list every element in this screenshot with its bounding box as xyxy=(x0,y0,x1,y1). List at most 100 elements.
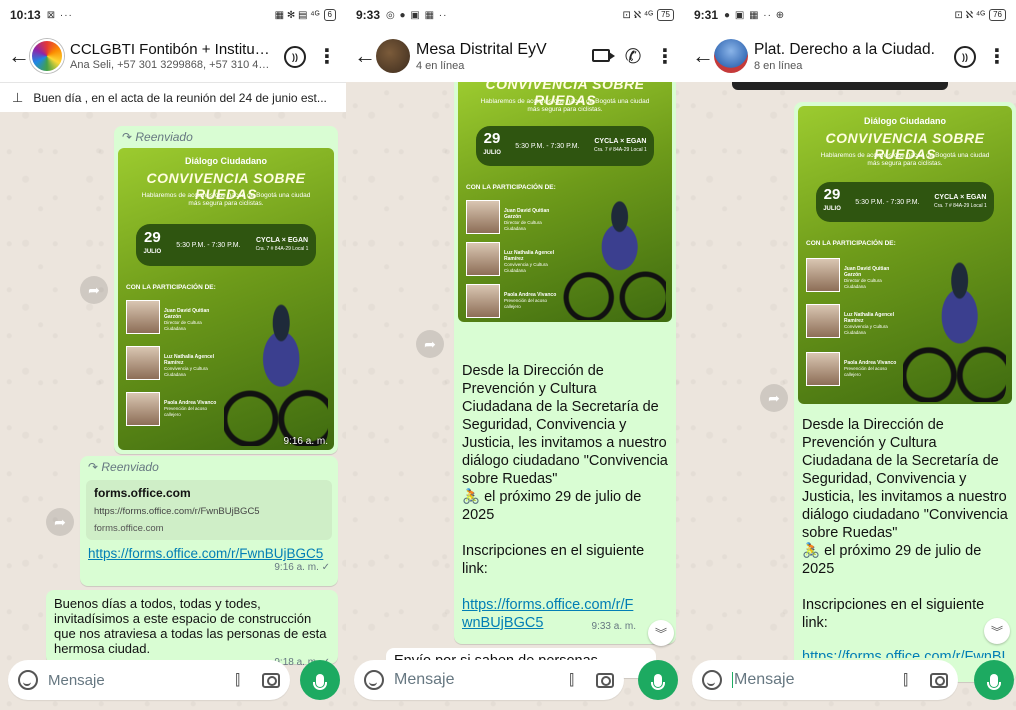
cyclist-illustration xyxy=(224,296,328,446)
call-icon[interactable]: )) xyxy=(954,44,976,68)
participant-info: Juan David Quitian Garzón Director de Cul… xyxy=(164,308,210,331)
participant-info: Luz Nathalia Agencel Ramírez Convivencia … xyxy=(504,250,555,273)
message-date-text: el próximo 29 de julio de 2025 xyxy=(462,489,642,523)
more-menu-icon[interactable]: ⋮ xyxy=(654,44,676,69)
text-cursor xyxy=(732,671,733,688)
participant-info: Juan David Quitian Garzón Director de Cul… xyxy=(844,266,890,289)
chat-screen-mesa-distrital: 9:33 ◎ ● ▣ ▦ ·· ⊡ ℵ ⁴ᴳ 75 ← Mesa Distrit… xyxy=(346,0,684,710)
message-text: Buenos días a todos, todas y todes, invi… xyxy=(54,596,327,656)
participant-photo xyxy=(806,304,840,338)
image-caption-message[interactable]: Diálogo Ciudadano CONVIVENCIA SOBRE RUED… xyxy=(794,102,1016,682)
event-poster-image[interactable]: Diálogo Ciudadano CONVIVENCIA SOBRE RUED… xyxy=(118,148,334,450)
forwarded-image-message[interactable]: ↷ Reenviado Diálogo Ciudadano CONVIVENCI… xyxy=(114,126,338,454)
previous-message-edge xyxy=(732,82,948,90)
status-time: 9:31 xyxy=(694,8,719,22)
poster-address: Cra. 7 # 84A-29 Local 1 xyxy=(593,147,647,153)
message-input[interactable]: Mensaje xyxy=(732,671,903,689)
forward-icon[interactable]: ➦ xyxy=(46,508,74,536)
forwarded-link-message[interactable]: ↷ Reenviado forms.office.com https://for… xyxy=(80,456,338,586)
chat-title-area[interactable]: Mesa Distrital EyV 4 en línea xyxy=(416,41,580,72)
signal-icons: ⊡ ℵ ⁴ᴳ xyxy=(622,9,654,21)
participant-info: Luz Nathalia Agencel Ramírez Convivencia … xyxy=(164,354,215,377)
link-preview-url: https://forms.office.com/r/FwnBUjBGC5 xyxy=(94,506,260,517)
message-link[interactable]: https://forms.office.com/r/FwnBUjBGC5 xyxy=(88,546,323,561)
poster-day: 29 xyxy=(144,229,161,246)
poster-heading: Diálogo Ciudadano xyxy=(864,116,946,126)
event-poster-image[interactable]: Diálogo Ciudadano CONVIVENCIA SOBRE RUED… xyxy=(798,106,1012,404)
poster-day: 29 xyxy=(823,186,841,203)
poster-participation: CON LA PARTICIPACIÓN DE: xyxy=(126,284,216,291)
phone-call-icon[interactable]: ✆ xyxy=(622,44,644,69)
emoji-icon[interactable] xyxy=(364,670,384,690)
chat-title-area[interactable]: Plat. Derecho a la Ciudad. 8 en línea xyxy=(754,41,944,72)
participant-photo xyxy=(126,346,160,380)
more-menu-icon[interactable]: ⋮ xyxy=(986,44,1008,69)
poster-date-bar: 29 JULIO 5:30 P.M. - 7:30 P.M. CYCLA × EG… xyxy=(136,224,316,266)
poster-description: Hablaremos de acciones que hacen de Bogo… xyxy=(480,98,650,113)
message-link[interactable]: https://forms.office.com/r/FwnBUjBGC5 xyxy=(802,649,1008,658)
poster-date-bar: 29 JULIO 5:30 P.M. - 7:30 P.M. CYCLA × EG… xyxy=(476,126,654,166)
scroll-down-button[interactable]: ︾ xyxy=(648,620,674,646)
poster-heading: Diálogo Ciudadano xyxy=(185,156,267,166)
poster-month: JULIO xyxy=(143,249,162,255)
message-date-text: el próximo 29 de julio de 2025 xyxy=(802,543,982,577)
pinned-message-bar[interactable]: ⊥ Buen día , en el acta de la reunión de… xyxy=(0,82,346,112)
emoji-icon[interactable] xyxy=(18,670,38,690)
participant-photo xyxy=(466,200,500,234)
attach-icon[interactable]: ⫿ xyxy=(235,672,240,689)
message-composer[interactable]: Mensaje ⫿ xyxy=(8,660,290,700)
message-input[interactable]: Mensaje xyxy=(394,671,569,689)
chat-screen-derecho-ciudad: 9:31 ● ▣ ▦ ·· ⊕ ⊡ ℵ ⁴ᴳ 76 ← Plat. Derech… xyxy=(684,0,1016,710)
voice-record-button[interactable] xyxy=(638,660,678,700)
message-input[interactable]: Mensaje xyxy=(48,672,235,689)
group-avatar[interactable] xyxy=(376,39,410,73)
back-arrow-icon[interactable]: ← xyxy=(692,43,714,69)
message-text: Desde la Dirección de Prevención y Cultu… xyxy=(794,412,1016,658)
poster-month: JULIO xyxy=(483,150,501,156)
event-poster-image[interactable]: CONVIVENCIA SOBRE RUEDAS Hablaremos de a… xyxy=(458,82,672,322)
forward-icon[interactable]: ➦ xyxy=(416,330,444,358)
attach-icon[interactable]: ⫿ xyxy=(903,672,908,689)
message-paragraph: Inscripciones en el siguiente link: xyxy=(462,543,645,577)
back-arrow-icon[interactable]: ← xyxy=(354,43,376,69)
message-composer[interactable]: Mensaje ⫿ xyxy=(354,660,624,700)
scroll-down-button[interactable]: ︾ xyxy=(984,618,1010,644)
emoji-icon[interactable] xyxy=(702,670,722,690)
mic-icon xyxy=(987,673,1001,690)
poster-month: JULIO xyxy=(823,206,841,212)
message-composer[interactable]: Mensaje ⫿ xyxy=(692,660,958,700)
chat-title: Plat. Derecho a la Ciudad. xyxy=(754,40,935,58)
forward-icon[interactable]: ➦ xyxy=(760,384,788,412)
message-text: Desde la Dirección de Prevención y Cultu… xyxy=(454,358,676,632)
link-preview-card[interactable]: forms.office.com https://forms.office.co… xyxy=(86,480,332,540)
video-call-icon[interactable] xyxy=(590,46,615,67)
forwarded-label: ↷ Reenviado xyxy=(122,130,193,144)
camera-icon[interactable] xyxy=(262,672,280,688)
camera-icon[interactable] xyxy=(596,672,614,688)
camera-icon[interactable] xyxy=(930,672,948,688)
link-preview-title: forms.office.com xyxy=(94,486,191,500)
back-arrow-icon[interactable]: ← xyxy=(8,43,30,69)
poster-hours: 5:30 P.M. - 7:30 P.M. xyxy=(515,142,580,150)
attach-icon[interactable]: ⫿ xyxy=(569,672,574,689)
signal-icons: ⊡ ℵ ⁴ᴳ xyxy=(954,9,986,21)
group-avatar[interactable] xyxy=(714,39,748,73)
message-time: 9:33 a. m. xyxy=(591,621,636,632)
more-menu-icon[interactable]: ⋮ xyxy=(316,44,338,69)
participant-photo xyxy=(466,284,500,318)
battery-icon: 6 xyxy=(323,9,336,21)
call-icon[interactable]: )) xyxy=(284,44,306,68)
voice-record-button[interactable] xyxy=(974,660,1014,700)
participant-info: Paola Andrea Vivanco Prevención del acoso… xyxy=(164,400,217,417)
voice-record-button[interactable] xyxy=(300,660,340,700)
participant-info: Juan David Quitian Garzón Director de Cul… xyxy=(504,208,550,231)
chat-title-area[interactable]: CCLGBTI Fontibón + Institucio... Ana Sel… xyxy=(70,41,274,71)
image-caption-message[interactable]: CONVIVENCIA SOBRE RUEDAS Hablaremos de a… xyxy=(454,82,676,644)
participant-photo xyxy=(126,300,160,334)
forward-icon[interactable]: ➦ xyxy=(80,276,108,304)
poster-place: CYCLA × EGAN xyxy=(594,138,647,145)
cyclist-illustration xyxy=(903,254,1006,402)
group-avatar[interactable] xyxy=(30,39,64,73)
text-message[interactable]: Buenos días a todos, todas y todes, invi… xyxy=(46,590,338,668)
poster-participation: CON LA PARTICIPACIÓN DE: xyxy=(806,240,896,247)
